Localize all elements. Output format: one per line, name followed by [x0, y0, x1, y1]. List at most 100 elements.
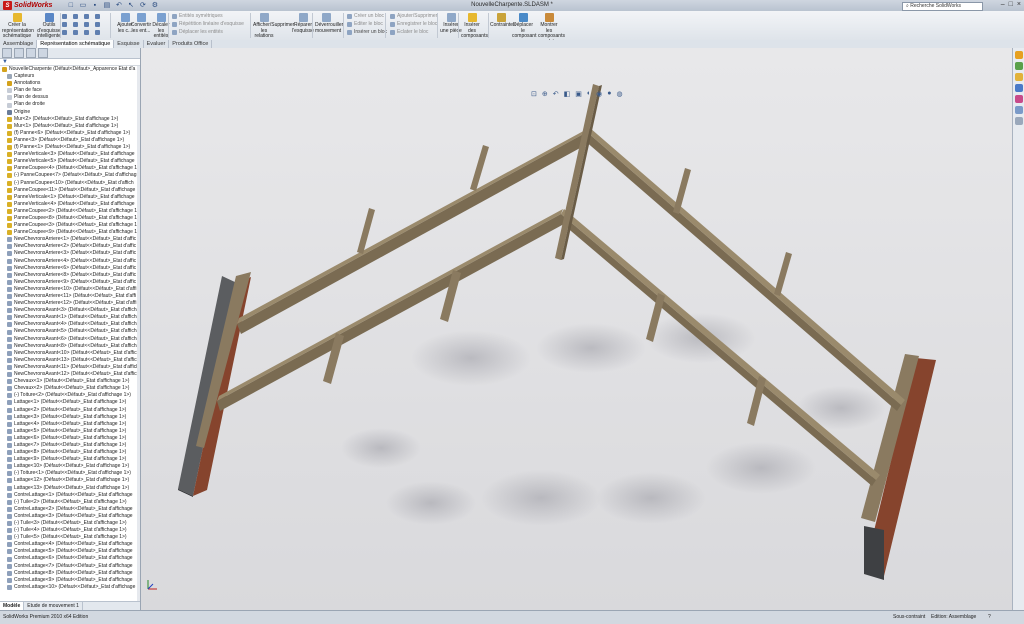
scene-icon[interactable]: ◍	[616, 90, 622, 98]
tree-item[interactable]: PanneCoupee<3> (Défaut<<Défaut>_Etat d'a…	[0, 222, 137, 229]
tab-3[interactable]: Evaluer	[144, 40, 170, 48]
undo-icon[interactable]: ↶	[114, 2, 123, 10]
ribbon-small-button-5[interactable]: Insérer un bloc	[347, 29, 387, 36]
tree-item[interactable]: NewChevronsAvant<1> (Défaut<<Défaut>_Eta…	[0, 314, 137, 321]
tree-item[interactable]: Lattage<7> (Défaut<<Défaut>_Etat d'affic…	[0, 442, 137, 449]
tree-item[interactable]: PanneCoupee<2> (Défaut<<Défaut>_Etat d'a…	[0, 208, 137, 215]
ribbon-small-button-2[interactable]: Déplacer les entités	[172, 29, 223, 36]
tree-item[interactable]: NewChevronsArriere<6> (Défaut<<Défaut>_E…	[0, 265, 137, 272]
ribbon-small-button-8[interactable]: Eclater le bloc	[390, 29, 428, 36]
ribbon-button-5[interactable]: Afficher/Supprimer les relations	[253, 13, 294, 40]
search-field[interactable]: ⌕ Recherche SolidWorks	[902, 2, 983, 11]
sketch-tool-icon[interactable]	[95, 22, 100, 27]
tree-item[interactable]: ContreLattage<10> (Défaut<<Défaut>_Etat …	[0, 584, 137, 591]
previous-view-icon[interactable]: ↶	[553, 90, 559, 98]
sketch-tool-icon[interactable]	[95, 14, 100, 19]
ribbon-button-3[interactable]: Convertir les ent...	[130, 13, 152, 34]
tree-item[interactable]: ContreLattage<7> (Défaut<<Défaut>_Etat d…	[0, 563, 137, 570]
tree-item[interactable]: ContreLattage<4> (Défaut<<Défaut>_Etat d…	[0, 541, 137, 548]
appearance-icon[interactable]: ●	[607, 90, 611, 98]
sketch-tool-icon[interactable]	[73, 22, 78, 27]
sketch-tool-icon[interactable]	[62, 14, 67, 19]
tree-item[interactable]: NewChevronsArriere<4> (Défaut<<Défaut>_E…	[0, 258, 137, 265]
configuration-tab-icon[interactable]	[26, 48, 36, 58]
tab-0[interactable]: Assemblage	[0, 40, 38, 48]
ribbon-button-0[interactable]: Créer la représentation schématique	[2, 13, 34, 40]
tree-item[interactable]: NewChevronsArriere<8> (Défaut<<Défaut>_E…	[0, 272, 137, 279]
view-orientation-icon[interactable]: ▣	[575, 90, 582, 98]
tree-scrollbar[interactable]	[137, 66, 140, 602]
tree-item[interactable]: (-) Tuile<5> (Défaut<<Défaut>_Etat d'aff…	[0, 534, 137, 541]
hide-show-icon[interactable]: ◉	[596, 90, 602, 98]
display-manager-tab-icon[interactable]	[38, 48, 48, 58]
tree-item[interactable]: PanneCoupee<11> (Défaut<<Défaut>_Etat d'…	[0, 187, 137, 194]
sketch-tool-icon[interactable]	[95, 30, 100, 35]
tree-item[interactable]: NouvelleCharpente (Défaut<Défaut>_Appare…	[0, 66, 137, 73]
sketch-tool-icon[interactable]	[73, 30, 78, 35]
tree-item[interactable]: (-) PanneCoupee<10> (Défaut<<Défaut>_Eta…	[0, 180, 137, 187]
ribbon-small-button-7[interactable]: Enregistrer le bloc	[390, 21, 437, 28]
options-icon[interactable]: ⚙	[150, 2, 159, 10]
new-icon[interactable]: □	[66, 2, 75, 10]
maximize-icon[interactable]: □	[1009, 1, 1013, 8]
tree-item[interactable]: Lattage<13> (Défaut<<Défaut>_Etat d'affi…	[0, 485, 137, 492]
tab-2[interactable]: Esquisse	[114, 40, 144, 48]
tree-item[interactable]: Chevaux<1> (Défaut<<Défaut>_Etat d'affic…	[0, 378, 137, 385]
tree-item[interactable]: NewChevronsAvant<3> (Défaut<<Défaut>_Eta…	[0, 307, 137, 314]
tree-item[interactable]: PanneVerticale<5> (Défaut<<Défaut>_Etat …	[0, 158, 137, 165]
tree-item[interactable]: ContreLattage<8> (Défaut<<Défaut>_Etat d…	[0, 570, 137, 577]
tree-item[interactable]: NewChevronsArriere<3> (Défaut<<Défaut>_E…	[0, 250, 137, 257]
home-icon[interactable]	[1014, 51, 1023, 59]
tree-item[interactable]: Annotations	[0, 80, 137, 87]
tab-4[interactable]: Produits Office	[169, 40, 213, 48]
tree-item[interactable]: PanneCoupee<8> (Défaut<<Défaut>_Etat d'a…	[0, 215, 137, 222]
tree-item[interactable]: ContreLattage<6> (Défaut<<Défaut>_Etat d…	[0, 555, 137, 562]
tree-item[interactable]: Lattage<5> (Défaut<<Défaut>_Etat d'affic…	[0, 428, 137, 435]
forum-icon[interactable]	[1014, 117, 1023, 125]
tree-item[interactable]: NewChevronsAvant<6> (Défaut<<Défaut>_Eta…	[0, 336, 137, 343]
sketch-tool-icon[interactable]	[73, 14, 78, 19]
tree-item[interactable]: Plan de dessus	[0, 94, 137, 101]
save-icon[interactable]: ▪	[90, 2, 99, 10]
close-icon[interactable]: ×	[1017, 1, 1021, 8]
file-explorer-icon[interactable]	[1014, 73, 1023, 81]
graphics-area[interactable]: ⊡ ⊕ ↶ ◧ ▣ ◐ ◉ ● ◍	[141, 48, 1013, 611]
ribbon-button-7[interactable]: Déverrouiller mouvement	[315, 13, 343, 34]
design-library-icon[interactable]	[1014, 62, 1023, 70]
tree-item[interactable]: NewChevronsArriere<2> (Défaut<<Défaut>_E…	[0, 243, 137, 250]
tree-item[interactable]: (-) Toiture<1> (Défaut<<Défaut>_Etat d'a…	[0, 470, 137, 477]
zoom-area-icon[interactable]: ⊕	[542, 90, 548, 98]
tree-item[interactable]: Lattage<10> (Défaut<<Défaut>_Etat d'affi…	[0, 463, 137, 470]
help-icon[interactable]: ?	[988, 611, 991, 624]
ribbon-button-10[interactable]: Contraintes	[490, 13, 516, 29]
tree-item[interactable]: NewChevronsArriere<12> (Défaut<<Défaut>_…	[0, 300, 137, 307]
tree-item[interactable]: NewChevronsAvant<8> (Défaut<<Défaut>_Eta…	[0, 343, 137, 350]
tree-item[interactable]: ContreLattage<3> (Défaut<<Défaut>_Etat d…	[0, 513, 137, 520]
tree-item[interactable]: NewChevronsArriere<1> (Défaut<<Défaut>_E…	[0, 236, 137, 243]
tree-item[interactable]: NewChevronsArriere<11> (Défaut<<Défaut>_…	[0, 293, 137, 300]
tree-item[interactable]: PanneVerticale<4> (Défaut<<Défaut>_Etat …	[0, 201, 137, 208]
rebuild-icon[interactable]: ⟳	[138, 2, 147, 10]
tree-item[interactable]: NewChevronsAvant<5> (Défaut<<Défaut>_Eta…	[0, 328, 137, 335]
tree-item[interactable]: (-) PanneCoupee<7> (Défaut<<Défaut>_Etat…	[0, 172, 137, 179]
tree-item[interactable]: Lattage<12> (Défaut<<Défaut>_Etat d'affi…	[0, 477, 137, 484]
tree-item[interactable]: Lattage<4> (Défaut<<Défaut>_Etat d'affic…	[0, 421, 137, 428]
tree-item[interactable]: NewChevronsAvant<11> (Défaut<<Défaut>_Et…	[0, 364, 137, 371]
tree-item[interactable]: Lattage<2> (Défaut<<Défaut>_Etat d'affic…	[0, 407, 137, 414]
open-icon[interactable]: ▭	[78, 2, 87, 10]
tree-item[interactable]: ContreLattage<9> (Défaut<<Défaut>_Etat d…	[0, 577, 137, 584]
tree-filter[interactable]: ▼	[0, 59, 140, 66]
tree-item[interactable]: Panne<3> (Défaut<<Défaut>_Etat d'afficha…	[0, 137, 137, 144]
ribbon-button-11[interactable]: Déplacer le composant	[512, 13, 536, 40]
tree-item[interactable]: PanneCoupee<9> (Défaut<<Défaut>_Etat d'a…	[0, 229, 137, 236]
zoom-fit-icon[interactable]: ⊡	[531, 90, 537, 98]
ribbon-small-button-4[interactable]: Editer le bloc	[347, 21, 383, 28]
tree-item[interactable]: NewChevronsAvant<13> (Défaut<<Défaut>_Et…	[0, 357, 137, 364]
tree-item[interactable]: ContreLattage<2> (Défaut<<Défaut>_Etat d…	[0, 506, 137, 513]
tree-item[interactable]: Lattage<3> (Défaut<<Défaut>_Etat d'affic…	[0, 414, 137, 421]
tree-item[interactable]: ContreLattage<5> (Défaut<<Défaut>_Etat d…	[0, 548, 137, 555]
tree-item[interactable]: NewChevronsAvant<4> (Défaut<<Défaut>_Eta…	[0, 321, 137, 328]
tree-item[interactable]: Lattage<8> (Défaut<<Défaut>_Etat d'affic…	[0, 449, 137, 456]
tree-item[interactable]: Capteurs	[0, 73, 137, 80]
display-style-icon[interactable]: ◐	[587, 90, 591, 98]
